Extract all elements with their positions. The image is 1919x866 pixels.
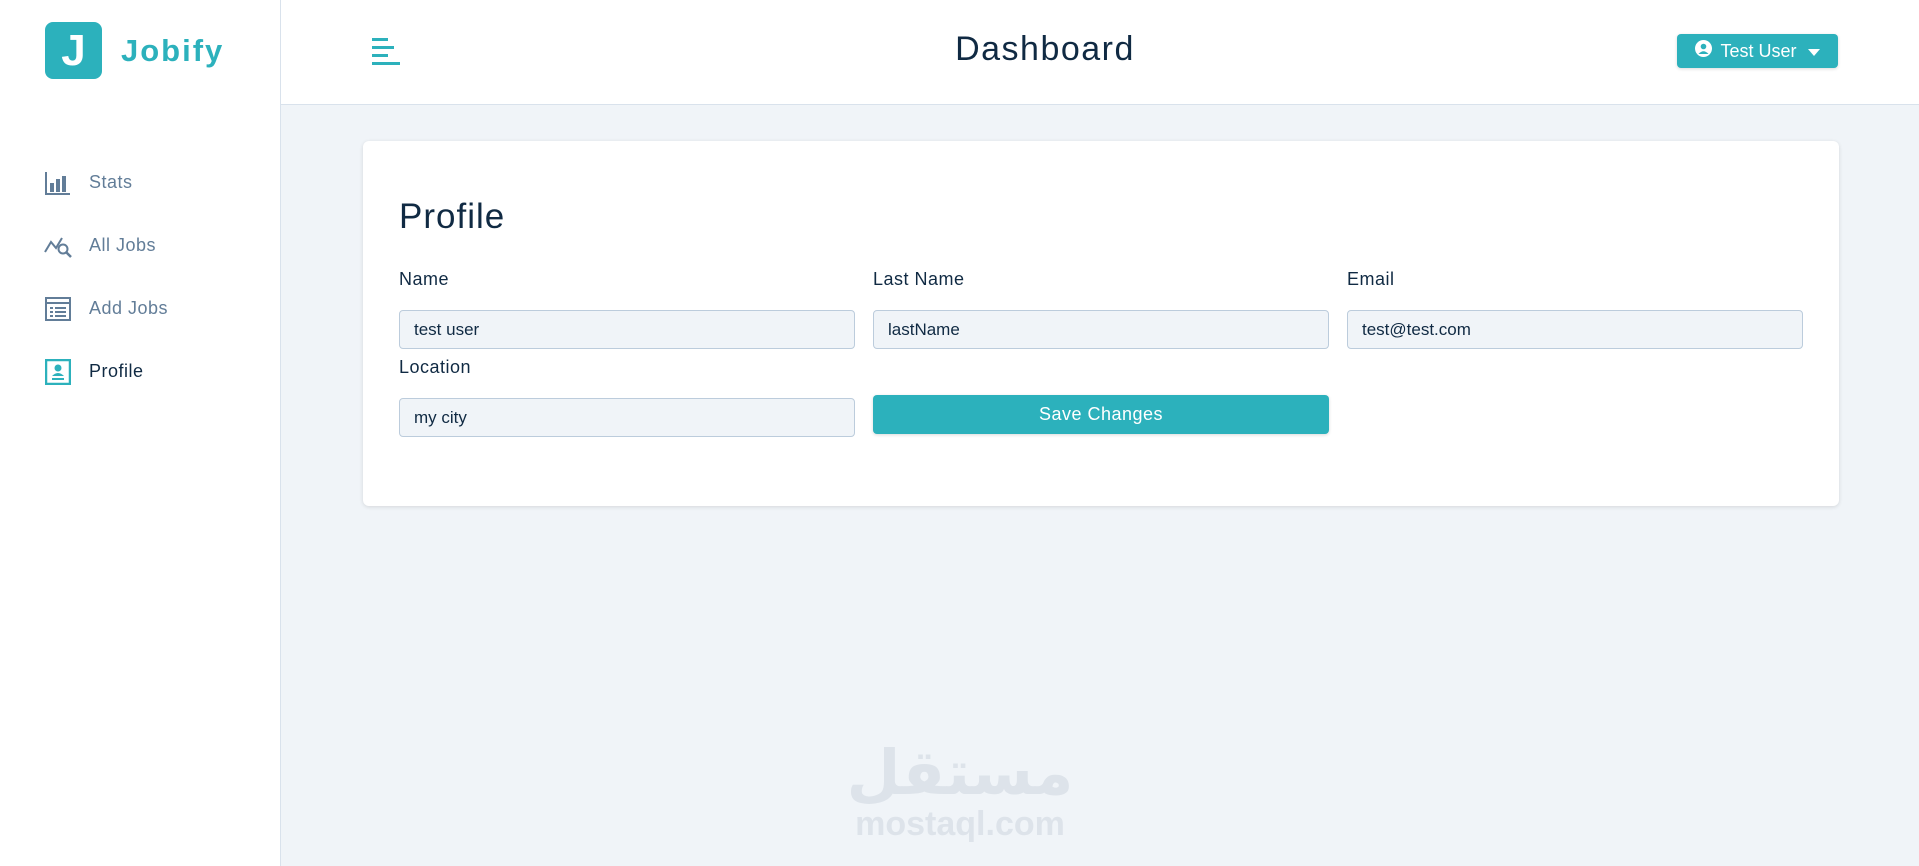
last-name-label: Last Name [873, 269, 965, 289]
email-field-group: Email [1347, 269, 1803, 349]
email-label: Email [1347, 269, 1395, 289]
job-search-icon [44, 232, 72, 260]
email-input[interactable] [1347, 310, 1803, 349]
watermark-arabic: مستقل [846, 736, 1074, 809]
last-name-field-group: Last Name [873, 269, 1329, 349]
watermark-latin: mostaql.com [855, 805, 1065, 843]
page-title: Dashboard [955, 30, 1135, 68]
sidebar-item-label: Stats [89, 172, 133, 192]
caret-down-icon [1807, 41, 1820, 62]
sidebar-item-stats[interactable]: Stats [44, 151, 264, 214]
logo-text: Jobify [121, 32, 225, 68]
sidebar: J Jobify Stats All Jobs Add Jobs Profile [0, 0, 281, 866]
sidebar-item-add-jobs[interactable]: Add Jobs [44, 277, 264, 340]
name-input[interactable] [399, 310, 855, 349]
location-label: Location [399, 357, 472, 377]
name-label: Name [399, 269, 450, 289]
save-changes-button[interactable]: Save Changes [873, 395, 1329, 434]
user-menu-button[interactable]: Test User [1677, 34, 1838, 68]
location-input[interactable] [399, 398, 855, 437]
name-field-group: Name [399, 269, 855, 349]
top-navbar: Dashboard Test User [281, 0, 1919, 105]
sidebar-item-label: Add Jobs [89, 298, 169, 318]
sidebar-item-all-jobs[interactable]: All Jobs [44, 214, 264, 277]
sidebar-item-profile[interactable]: Profile [44, 340, 264, 403]
location-field-group: Location [399, 357, 855, 437]
profile-card-icon [44, 358, 72, 386]
sidebar-item-label: Profile [89, 361, 144, 381]
user-circle-icon [1695, 40, 1713, 62]
sidebar-item-label: All Jobs [89, 235, 157, 255]
profile-heading: Profile [399, 197, 506, 236]
sidebar-nav: Stats All Jobs Add Jobs Profile [44, 151, 264, 403]
form-list-icon [44, 295, 72, 323]
logo-mark: J [45, 22, 102, 79]
watermark: مستقل mostaql.com [846, 736, 1074, 843]
bar-chart-icon [44, 169, 72, 197]
user-name: Test User [1720, 40, 1797, 61]
last-name-input[interactable] [873, 310, 1329, 349]
logo[interactable]: J Jobify [45, 22, 224, 79]
profile-card: Profile Name Last Name Email Location Sa… [363, 141, 1839, 506]
